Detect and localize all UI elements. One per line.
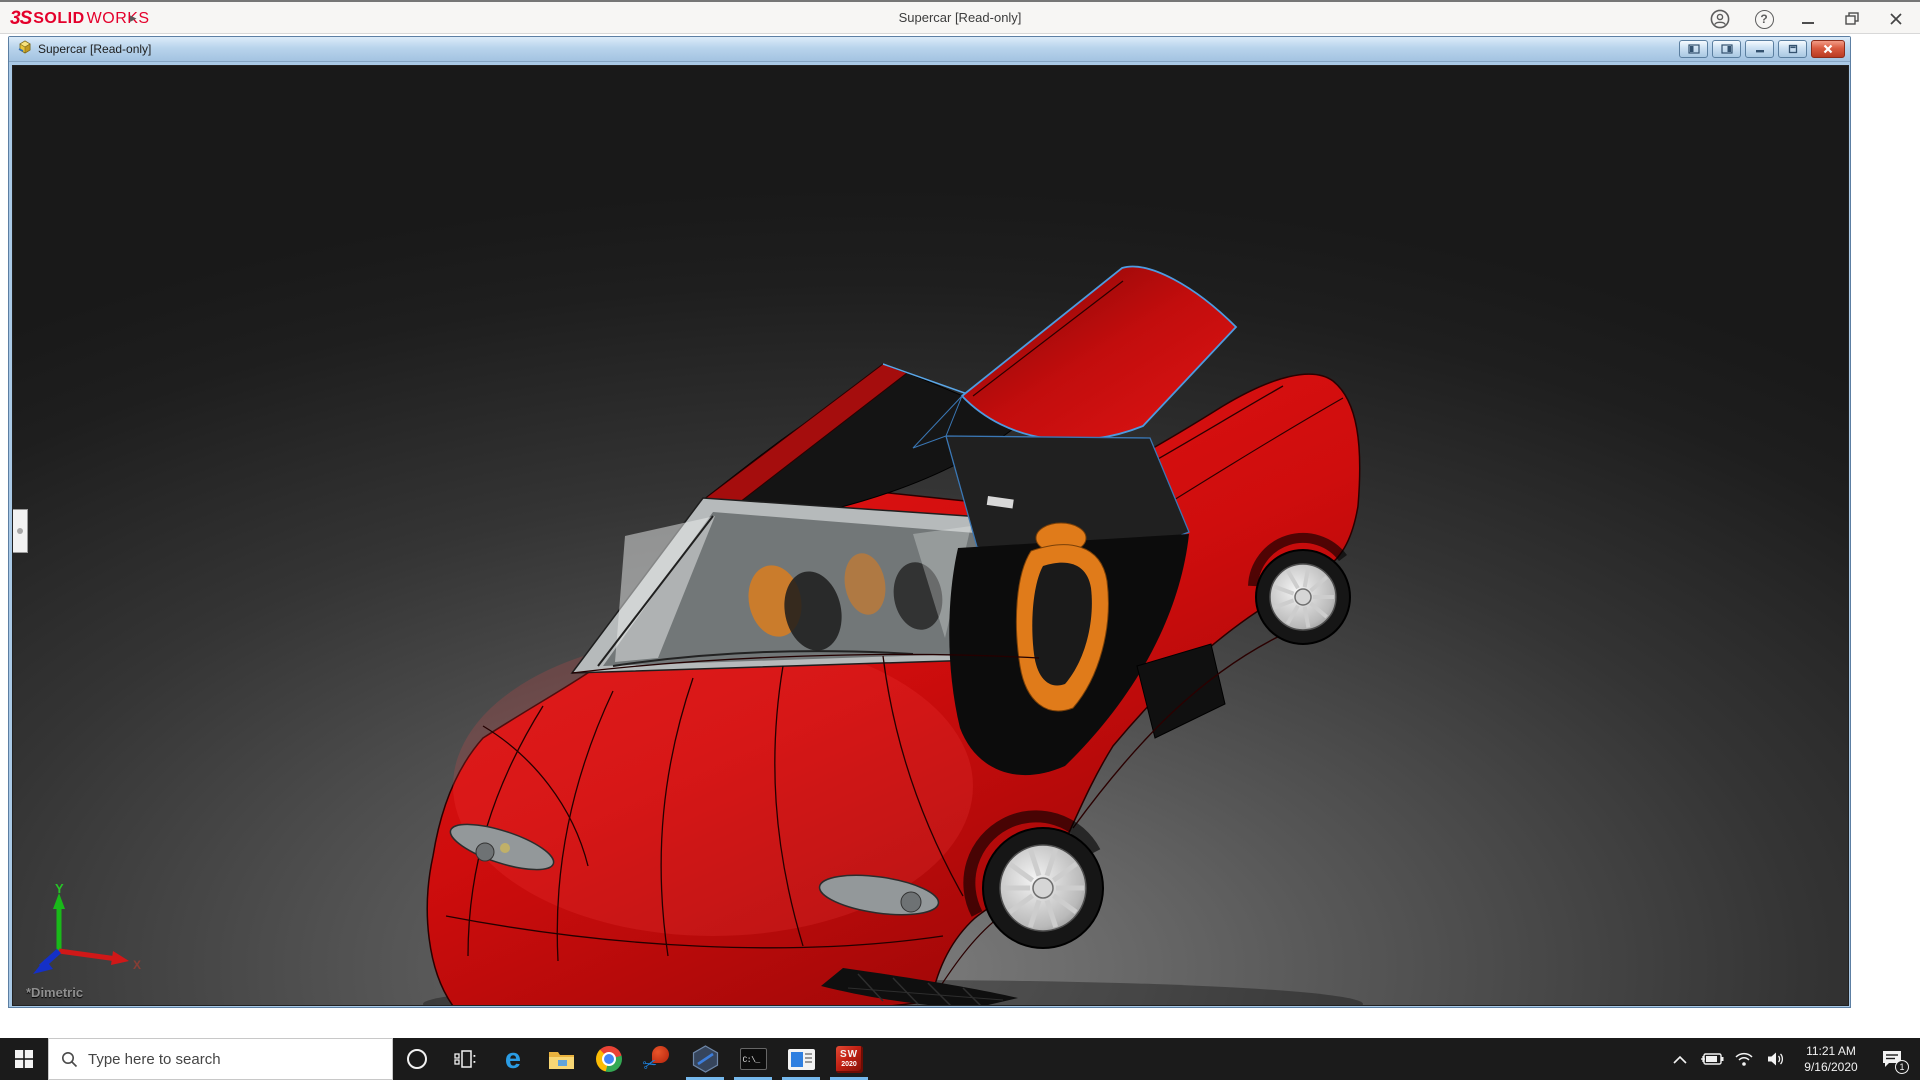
tray-date: 9/16/2020 xyxy=(1794,1059,1868,1075)
app-window-controls: ? xyxy=(1702,2,1914,36)
windows-logo-icon xyxy=(15,1050,33,1068)
taskbar-icon-file-explorer[interactable] xyxy=(537,1038,585,1080)
solidworks-2020-icon: SW 2020 xyxy=(836,1046,863,1073)
tray-time: 11:21 AM xyxy=(1794,1043,1868,1059)
taskbar-icon-task-view[interactable] xyxy=(441,1038,489,1080)
view-orientation-label: *Dimetric xyxy=(26,985,83,1000)
task-view-icon xyxy=(454,1049,476,1069)
front-wheel xyxy=(969,816,1103,948)
rear-wheel xyxy=(1253,538,1350,644)
document-title: Supercar [Read-only] xyxy=(38,42,151,56)
taskbar-icon-edge[interactable]: e xyxy=(489,1038,537,1080)
taskbar-icon-snipping-tool[interactable]: ✂ xyxy=(633,1038,681,1080)
part-document-icon xyxy=(17,39,33,60)
start-button[interactable] xyxy=(0,1038,48,1080)
taskbar-icon-edrawings[interactable] xyxy=(681,1038,729,1080)
snipping-tool-icon: ✂ xyxy=(644,1046,670,1072)
file-explorer-icon xyxy=(548,1048,575,1070)
doc-restore-button[interactable] xyxy=(1778,40,1807,58)
close-button[interactable] xyxy=(1878,5,1914,33)
supercar-3d-model[interactable] xyxy=(13,66,1849,1006)
reference-triad: Y X xyxy=(29,879,149,979)
taskbar-icon-cortana[interactable] xyxy=(393,1038,441,1080)
wifi-icon[interactable] xyxy=(1730,1038,1758,1080)
blue-document-app-icon xyxy=(788,1049,815,1070)
account-icon[interactable] xyxy=(1702,5,1738,33)
pane-left-toggle-button[interactable] xyxy=(1679,40,1708,58)
app-titlebar: 3S SOLIDWORKS ▸ Supercar [Read-only] ? xyxy=(0,0,1920,34)
help-icon[interactable]: ? xyxy=(1746,5,1782,33)
cortana-icon xyxy=(407,1049,427,1069)
taskbar-icon-app-window[interactable] xyxy=(777,1038,825,1080)
battery-icon[interactable] xyxy=(1698,1038,1726,1080)
command-prompt-icon: C:\_ xyxy=(740,1048,767,1070)
system-tray: 11:21 AM 9/16/2020 1 xyxy=(1666,1038,1920,1080)
document-window-controls xyxy=(1679,40,1845,58)
taskbar: e ✂ C:\_ xyxy=(0,1038,1920,1080)
taskbar-search[interactable] xyxy=(48,1038,393,1080)
status-strip xyxy=(0,1008,1920,1038)
speaker-icon[interactable] xyxy=(1762,1038,1790,1080)
edrawings-icon xyxy=(692,1045,719,1073)
app-window-title: Supercar [Read-only] xyxy=(0,10,1920,25)
doc-close-button[interactable] xyxy=(1811,40,1845,58)
restore-button[interactable] xyxy=(1834,5,1870,33)
document-titlebar[interactable]: Supercar [Read-only] xyxy=(9,37,1850,62)
notification-badge: 1 xyxy=(1895,1060,1909,1074)
tray-chevron-up-icon[interactable] xyxy=(1666,1038,1694,1080)
action-center-button[interactable]: 1 xyxy=(1872,1038,1912,1080)
triad-x-label: X xyxy=(133,958,141,972)
taskbar-icon-command-prompt[interactable]: C:\_ xyxy=(729,1038,777,1080)
minimize-button[interactable] xyxy=(1790,5,1826,33)
search-input[interactable] xyxy=(88,1051,358,1068)
graphics-viewport[interactable]: Y X *Dimetric xyxy=(12,65,1849,1006)
taskbar-icon-chrome[interactable] xyxy=(585,1038,633,1080)
tray-clock[interactable]: 11:21 AM 9/16/2020 xyxy=(1794,1043,1868,1075)
chrome-icon xyxy=(596,1046,622,1072)
triad-y-label: Y xyxy=(55,881,64,896)
edge-icon: e xyxy=(505,1045,521,1074)
search-icon xyxy=(61,1051,78,1068)
taskbar-icon-solidworks-2020[interactable]: SW 2020 xyxy=(825,1038,873,1080)
featuremanager-flyout-tab[interactable] xyxy=(13,509,28,553)
pane-right-toggle-button[interactable] xyxy=(1712,40,1741,58)
document-window: Supercar [Read-only] xyxy=(8,36,1851,1008)
doc-minimize-button[interactable] xyxy=(1745,40,1774,58)
